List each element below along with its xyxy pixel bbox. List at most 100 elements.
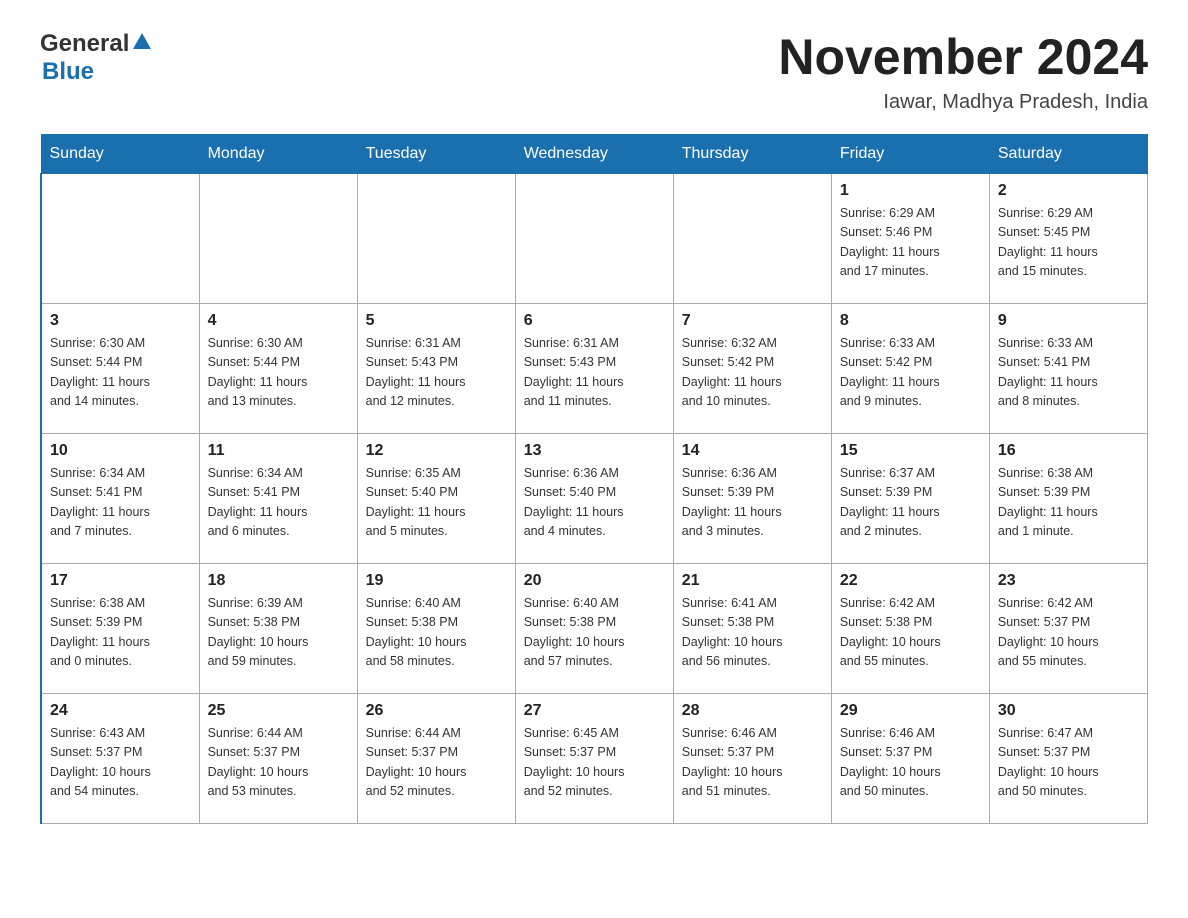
day-info: Sunrise: 6:36 AM Sunset: 5:39 PM Dayligh… <box>682 464 823 542</box>
day-number: 28 <box>682 702 823 720</box>
calendar-week-3: 10 Sunrise: 6:34 AM Sunset: 5:41 PM Dayli… <box>41 434 1148 564</box>
day-info: Sunrise: 6:42 AM Sunset: 5:38 PM Dayligh… <box>840 594 981 672</box>
calendar-cell <box>673 174 831 304</box>
day-info: Sunrise: 6:35 AM Sunset: 5:40 PM Dayligh… <box>366 464 507 542</box>
day-number: 7 <box>682 312 823 330</box>
weekday-header-monday: Monday <box>199 135 357 174</box>
day-info: Sunrise: 6:40 AM Sunset: 5:38 PM Dayligh… <box>366 594 507 672</box>
day-info: Sunrise: 6:44 AM Sunset: 5:37 PM Dayligh… <box>208 724 349 802</box>
calendar-header-row: SundayMondayTuesdayWednesdayThursdayFrid… <box>41 135 1148 174</box>
weekday-header-thursday: Thursday <box>673 135 831 174</box>
calendar-cell: 18Sunrise: 6:39 AM Sunset: 5:38 PM Dayli… <box>199 564 357 694</box>
day-number: 14 <box>682 442 823 460</box>
page-header: General Blue November 2024 Iawar, Madhya… <box>40 30 1148 114</box>
day-number: 4 <box>208 312 349 330</box>
calendar-cell: 20 Sunrise: 6:40 AM Sunset: 5:38 PM Dayli… <box>515 564 673 694</box>
month-title: November 2024 <box>778 30 1148 85</box>
calendar-cell: 16 Sunrise: 6:38 AM Sunset: 5:39 PM Dayli… <box>989 434 1147 564</box>
day-number: 9 <box>998 312 1139 330</box>
logo-general-text: General <box>40 30 129 58</box>
calendar-cell: 19Sunrise: 6:40 AM Sunset: 5:38 PM Dayli… <box>357 564 515 694</box>
day-number: 2 <box>998 182 1139 200</box>
calendar-cell: 23Sunrise: 6:42 AM Sunset: 5:37 PM Dayli… <box>989 564 1147 694</box>
calendar-cell <box>41 174 199 304</box>
calendar-cell: 1Sunrise: 6:29 AM Sunset: 5:46 PM Daylig… <box>831 174 989 304</box>
weekday-header-saturday: Saturday <box>989 135 1147 174</box>
day-number: 6 <box>524 312 665 330</box>
day-number: 18 <box>208 572 349 590</box>
calendar-cell: 15Sunrise: 6:37 AM Sunset: 5:39 PM Dayli… <box>831 434 989 564</box>
day-number: 22 <box>840 572 981 590</box>
day-info: Sunrise: 6:46 AM Sunset: 5:37 PM Dayligh… <box>840 724 981 802</box>
day-number: 16 <box>998 442 1139 460</box>
calendar-cell: 28 Sunrise: 6:46 AM Sunset: 5:37 PM Dayli… <box>673 694 831 824</box>
day-number: 24 <box>50 702 191 720</box>
day-info: Sunrise: 6:33 AM Sunset: 5:41 PM Dayligh… <box>998 334 1139 412</box>
day-number: 17 <box>50 572 191 590</box>
logo-blue-text: Blue <box>42 58 94 85</box>
calendar-cell: 10 Sunrise: 6:34 AM Sunset: 5:41 PM Dayli… <box>41 434 199 564</box>
day-info: Sunrise: 6:38 AM Sunset: 5:39 PM Dayligh… <box>998 464 1139 542</box>
day-info: Sunrise: 6:44 AM Sunset: 5:37 PM Dayligh… <box>366 724 507 802</box>
day-info: Sunrise: 6:41 AM Sunset: 5:38 PM Dayligh… <box>682 594 823 672</box>
day-number: 11 <box>208 442 349 460</box>
calendar-cell: 9 Sunrise: 6:33 AM Sunset: 5:41 PM Daylig… <box>989 304 1147 434</box>
calendar-cell: 26Sunrise: 6:44 AM Sunset: 5:37 PM Dayli… <box>357 694 515 824</box>
weekday-header-tuesday: Tuesday <box>357 135 515 174</box>
day-info: Sunrise: 6:43 AM Sunset: 5:37 PM Dayligh… <box>50 724 191 802</box>
calendar-cell: 14 Sunrise: 6:36 AM Sunset: 5:39 PM Dayli… <box>673 434 831 564</box>
day-number: 27 <box>524 702 665 720</box>
weekday-header-wednesday: Wednesday <box>515 135 673 174</box>
weekday-header-friday: Friday <box>831 135 989 174</box>
calendar-cell: 24 Sunrise: 6:43 AM Sunset: 5:37 PM Dayli… <box>41 694 199 824</box>
day-info: Sunrise: 6:33 AM Sunset: 5:42 PM Dayligh… <box>840 334 981 412</box>
day-number: 29 <box>840 702 981 720</box>
day-info: Sunrise: 6:37 AM Sunset: 5:39 PM Dayligh… <box>840 464 981 542</box>
calendar-cell: 11 Sunrise: 6:34 AM Sunset: 5:41 PM Dayli… <box>199 434 357 564</box>
calendar-cell: 25Sunrise: 6:44 AM Sunset: 5:37 PM Dayli… <box>199 694 357 824</box>
day-number: 30 <box>998 702 1139 720</box>
calendar-cell: 5Sunrise: 6:31 AM Sunset: 5:43 PM Daylig… <box>357 304 515 434</box>
day-info: Sunrise: 6:42 AM Sunset: 5:37 PM Dayligh… <box>998 594 1139 672</box>
day-number: 8 <box>840 312 981 330</box>
calendar-cell: 4Sunrise: 6:30 AM Sunset: 5:44 PM Daylig… <box>199 304 357 434</box>
day-number: 10 <box>50 442 191 460</box>
day-info: Sunrise: 6:46 AM Sunset: 5:37 PM Dayligh… <box>682 724 823 802</box>
day-number: 1 <box>840 182 981 200</box>
calendar-cell: 6 Sunrise: 6:31 AM Sunset: 5:43 PM Daylig… <box>515 304 673 434</box>
location-subtitle: Iawar, Madhya Pradesh, India <box>778 91 1148 114</box>
calendar-cell: 17 Sunrise: 6:38 AM Sunset: 5:39 PM Dayli… <box>41 564 199 694</box>
title-block: November 2024 Iawar, Madhya Pradesh, Ind… <box>778 30 1148 114</box>
calendar-week-4: 17 Sunrise: 6:38 AM Sunset: 5:39 PM Dayli… <box>41 564 1148 694</box>
day-number: 13 <box>524 442 665 460</box>
calendar-week-5: 24 Sunrise: 6:43 AM Sunset: 5:37 PM Dayli… <box>41 694 1148 824</box>
day-number: 21 <box>682 572 823 590</box>
day-number: 20 <box>524 572 665 590</box>
day-info: Sunrise: 6:34 AM Sunset: 5:41 PM Dayligh… <box>50 464 191 542</box>
calendar-table: SundayMondayTuesdayWednesdayThursdayFrid… <box>40 134 1148 824</box>
day-info: Sunrise: 6:29 AM Sunset: 5:45 PM Dayligh… <box>998 204 1139 282</box>
calendar-cell: 8 Sunrise: 6:33 AM Sunset: 5:42 PM Daylig… <box>831 304 989 434</box>
calendar-cell: 2 Sunrise: 6:29 AM Sunset: 5:45 PM Daylig… <box>989 174 1147 304</box>
calendar-cell: 30 Sunrise: 6:47 AM Sunset: 5:37 PM Dayli… <box>989 694 1147 824</box>
logo: General Blue <box>40 30 153 86</box>
day-info: Sunrise: 6:40 AM Sunset: 5:38 PM Dayligh… <box>524 594 665 672</box>
calendar-cell <box>199 174 357 304</box>
calendar-cell: 13Sunrise: 6:36 AM Sunset: 5:40 PM Dayli… <box>515 434 673 564</box>
calendar-cell <box>357 174 515 304</box>
weekday-header-sunday: Sunday <box>41 135 199 174</box>
day-info: Sunrise: 6:38 AM Sunset: 5:39 PM Dayligh… <box>50 594 191 672</box>
calendar-cell: 27Sunrise: 6:45 AM Sunset: 5:37 PM Dayli… <box>515 694 673 824</box>
calendar-cell: 22 Sunrise: 6:42 AM Sunset: 5:38 PM Dayli… <box>831 564 989 694</box>
calendar-cell: 3Sunrise: 6:30 AM Sunset: 5:44 PM Daylig… <box>41 304 199 434</box>
calendar-cell <box>515 174 673 304</box>
day-info: Sunrise: 6:31 AM Sunset: 5:43 PM Dayligh… <box>524 334 665 412</box>
day-info: Sunrise: 6:34 AM Sunset: 5:41 PM Dayligh… <box>208 464 349 542</box>
day-info: Sunrise: 6:31 AM Sunset: 5:43 PM Dayligh… <box>366 334 507 412</box>
day-info: Sunrise: 6:30 AM Sunset: 5:44 PM Dayligh… <box>50 334 191 412</box>
day-info: Sunrise: 6:47 AM Sunset: 5:37 PM Dayligh… <box>998 724 1139 802</box>
calendar-cell: 12 Sunrise: 6:35 AM Sunset: 5:40 PM Dayli… <box>357 434 515 564</box>
calendar-cell: 7Sunrise: 6:32 AM Sunset: 5:42 PM Daylig… <box>673 304 831 434</box>
logo-triangle-icon <box>131 31 153 51</box>
day-number: 12 <box>366 442 507 460</box>
